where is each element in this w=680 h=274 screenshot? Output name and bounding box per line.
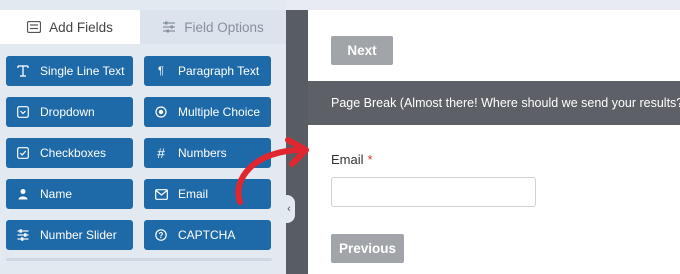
page-break-text: Page Break (Almost there! Where should w… [331,96,680,110]
email-field[interactable] [331,177,536,207]
add-name-button[interactable]: Name [6,179,133,209]
field-label: Number Slider [40,228,117,242]
field-label: Paragraph Text [178,64,260,78]
page-break-bar[interactable]: Page Break (Almost there! Where should w… [308,81,680,125]
list-icon [27,21,42,33]
panel-tabs: Add Fields Field Options [0,10,286,44]
envelope-icon [154,187,168,201]
dropdown-icon [16,105,30,119]
add-multiple-choice-button[interactable]: Multiple Choice [144,97,271,127]
user-icon [16,187,30,201]
field-label: Single Line Text [40,64,125,78]
sliders-icon [162,21,176,33]
add-dropdown-button[interactable]: Dropdown [6,97,133,127]
add-captcha-button[interactable]: ? CAPTCHA [144,220,271,250]
field-label: Multiple Choice [178,105,261,119]
required-asterisk: * [367,152,373,167]
svg-text:?: ? [159,231,164,240]
paragraph-icon: ¶ [158,65,164,77]
add-paragraph-text-button[interactable]: ¶ Paragraph Text [144,56,271,86]
field-label: CAPTCHA [178,228,236,242]
tab-field-options[interactable]: Field Options [140,10,286,44]
add-checkboxes-button[interactable]: Checkboxes [6,138,133,168]
question-icon: ? [154,228,168,242]
field-label: Checkboxes [40,146,107,160]
hash-icon: # [157,145,165,161]
email-label-text: Email [331,152,364,167]
tab-field-options-label: Field Options [184,19,264,35]
email-field-label: Email * [331,152,373,167]
field-label: Numbers [178,146,227,160]
field-label: Dropdown [40,105,95,119]
tab-add-fields-label: Add Fields [49,19,113,35]
curved-arrow-icon [235,137,309,205]
field-label: Email [178,187,209,201]
previous-button[interactable]: Previous [331,234,404,263]
add-single-line-text-button[interactable]: Single Line Text [6,56,133,86]
checkbox-icon [16,146,30,160]
sliders-icon [16,228,30,242]
add-number-slider-button[interactable]: Number Slider [6,220,133,250]
text-cursor-icon [16,64,30,78]
field-label: Name [40,187,73,201]
next-button[interactable]: Next [331,36,393,65]
tab-add-fields[interactable]: Add Fields [0,10,140,44]
radio-icon [154,105,168,119]
panel-scrollbar[interactable] [6,258,272,261]
